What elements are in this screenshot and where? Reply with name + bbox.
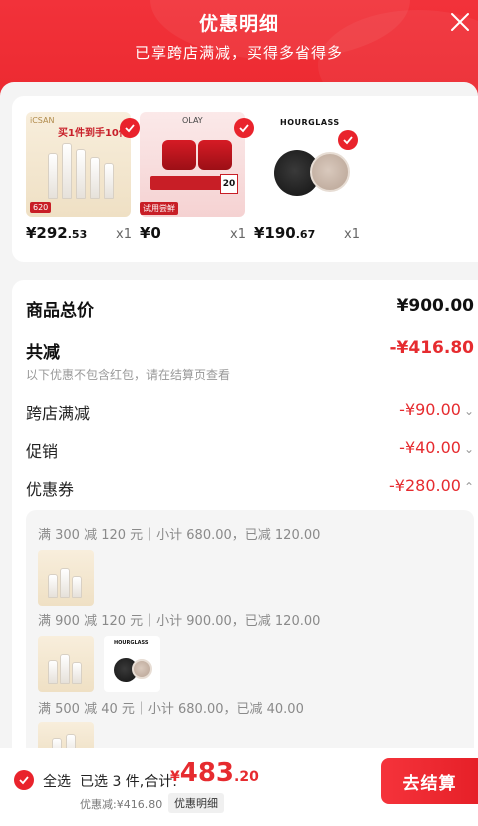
selected-count: 已选 3 件,合计: [80, 774, 177, 790]
cross-store-row[interactable]: 跨店满减 -¥90.00 ⌄ [26, 400, 474, 424]
chevron-up-icon: ⌃ [463, 480, 474, 494]
cross-store-label: 跨店满减 [26, 404, 91, 423]
page-subtitle: 已享跨店满减，买得多省得多 [134, 44, 343, 62]
product-qty: x1 [344, 227, 360, 242]
coupon-product-thumb [38, 636, 94, 692]
promo-label: 促销 [26, 442, 59, 461]
discount-detail-button[interactable]: 优惠明细 [168, 793, 224, 813]
product-price: ¥190.67 [254, 224, 316, 242]
promo-row[interactable]: 促销 -¥40.00 ⌄ [26, 438, 474, 462]
product-item[interactable]: HOURGLASS ¥190.67 x1 [254, 112, 364, 242]
coupon-detail-box: 满 300 减 120 元｜小计 680.00，已减 120.00 满 900 … [26, 510, 474, 760]
select-all-checkbox[interactable] [14, 770, 34, 790]
product-price: ¥0 [140, 224, 161, 242]
total-price-row: 商品总价 ¥900.00 [26, 296, 474, 321]
total-reduce-label: 共减 [26, 343, 60, 363]
product-price: ¥292.53 [26, 224, 88, 242]
total-price-value: ¥900.00 [396, 296, 474, 316]
gift-count-badge: 20 [220, 174, 238, 194]
product-image: OLAY 20 试用尝鲜 [140, 112, 245, 217]
product-image: iCSAN 买1件到手10件 620 [26, 112, 131, 217]
selected-check-icon[interactable] [234, 118, 254, 138]
page-title: 优惠明细 [198, 13, 279, 35]
total-reduce-row: 共减 -¥416.80 [26, 338, 475, 363]
trial-tag: 试用尝鲜 [140, 202, 178, 215]
coupon-line: 满 500 减 40 元｜小计 680.00，已减 40.00 [38, 702, 304, 717]
checkout-button[interactable]: 去结算 [381, 758, 478, 804]
promo-value: -¥40.00 ⌄ [399, 438, 474, 457]
total-reduce-value: -¥416.80 [389, 338, 475, 358]
cross-store-value: -¥90.00 ⌄ [399, 400, 474, 419]
select-all-label[interactable]: 全选 [43, 771, 71, 791]
brand-logo: HOURGLASS [114, 640, 149, 646]
close-icon[interactable] [448, 10, 472, 34]
product-item[interactable]: iCSAN 买1件到手10件 620 ¥292.53 x1 [26, 112, 140, 242]
coupon-product-thumb [38, 550, 94, 606]
price-tag: 620 [30, 202, 52, 213]
product-item[interactable]: OLAY 20 试用尝鲜 ¥0 x1 [140, 112, 254, 242]
total-price-label: 商品总价 [26, 301, 94, 321]
product-image: HOURGLASS [254, 112, 359, 217]
promo-text: 买1件到手10件 [58, 128, 129, 139]
coupon-value: -¥280.00 ⌃ [389, 476, 474, 495]
coupon-row[interactable]: 优惠券 -¥280.00 ⌃ [26, 476, 474, 500]
brand-logo: iCSAN [30, 116, 55, 125]
product-qty: x1 [116, 227, 132, 242]
price-summary-card: 商品总价 ¥900.00 共减 -¥416.80 以下优惠不包含红包，请在结算页… [12, 280, 478, 760]
detail-sheet: iCSAN 买1件到手10件 620 ¥292.53 x1 OLAY 20 试用… [0, 82, 478, 826]
coupon-product-thumb: HOURGLASS [104, 636, 160, 692]
chevron-down-icon: ⌄ [463, 442, 474, 456]
coupon-label: 优惠券 [26, 480, 75, 499]
product-qty: x1 [230, 227, 246, 242]
total-amount: ¥483.20 [170, 758, 259, 788]
product-card: iCSAN 买1件到手10件 620 ¥292.53 x1 OLAY 20 试用… [12, 96, 478, 262]
redpacket-note: 以下优惠不包含红包，请在结算页查看 [26, 368, 231, 382]
checkout-bar: 全选 已选 3 件,合计: ¥483.20 优惠减:¥416.80 优惠明细 去… [0, 748, 478, 826]
chevron-down-icon: ⌄ [463, 404, 474, 418]
selected-check-icon[interactable] [338, 130, 358, 150]
brand-logo: HOURGLASS [280, 118, 340, 127]
selected-check-icon[interactable] [120, 118, 140, 138]
coupon-line: 满 300 减 120 元｜小计 680.00，已减 120.00 [38, 528, 321, 543]
brand-logo: OLAY [182, 116, 203, 125]
discount-summary: 优惠减:¥416.80 [80, 798, 163, 811]
coupon-line: 满 900 减 120 元｜小计 900.00，已减 120.00 [38, 614, 321, 629]
